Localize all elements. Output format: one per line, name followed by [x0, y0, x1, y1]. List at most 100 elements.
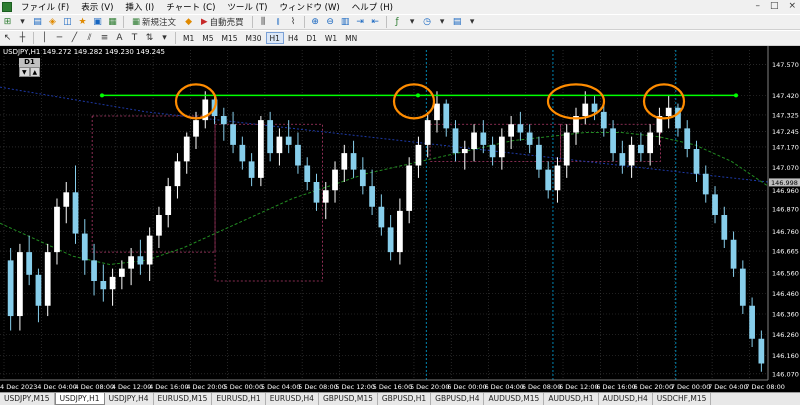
tab-usdjpy-h1[interactable]: USDJPY,H1 — [54, 393, 105, 405]
tab-audusd-m15[interactable]: AUDUSD,M15 — [484, 393, 545, 405]
chart-shift-icon[interactable]: ⇤ — [369, 16, 382, 29]
periods-icon[interactable]: ◷ — [421, 16, 434, 29]
autoscroll-icon[interactable]: ⇥ — [354, 16, 367, 29]
auto-trading-icon: ▶ — [201, 17, 208, 27]
candle-body — [638, 144, 644, 154]
candle-body — [434, 103, 440, 121]
timeframe-w1[interactable]: W1 — [321, 32, 341, 44]
time-tick-label: 5 Dec 08:00 — [298, 383, 338, 391]
terminal-icon[interactable]: ▣ — [91, 16, 104, 29]
menu-tools[interactable]: ツール (T) — [221, 1, 273, 13]
candle-body — [610, 128, 616, 154]
label-tool-icon[interactable]: T — [128, 32, 141, 45]
price-tick-label: 146.460 — [772, 290, 799, 298]
tile-windows-icon[interactable]: ▥ — [339, 16, 352, 29]
timeframe-m15[interactable]: M15 — [218, 32, 242, 44]
crosshair-icon[interactable]: ┼ — [16, 32, 29, 45]
dropdown-arrow-icon[interactable]: ▾ — [158, 32, 171, 45]
tab-usdchf-m15[interactable]: USDCHF,M15 — [653, 393, 712, 405]
channel-icon[interactable]: ⫽ — [83, 32, 96, 45]
new-order-button[interactable]: ▦ 新規注文 — [128, 16, 180, 29]
candle-body — [313, 182, 320, 203]
market-watch-icon[interactable]: ◈ — [46, 16, 59, 29]
tab-usdjpy-m15[interactable]: USDJPY,M15 — [0, 393, 55, 405]
minimize-button[interactable]: – — [755, 1, 760, 11]
chart-window[interactable]: USDJPY,H1 149.272 149.282 149.230 149.24… — [0, 46, 800, 392]
strategy-tester-icon[interactable]: ▦ — [106, 16, 119, 29]
candle-body — [628, 144, 635, 166]
bar-chart-icon[interactable]: ⫼ — [257, 16, 270, 29]
text-tool-icon[interactable]: A — [113, 32, 126, 45]
time-tick-label: 7 Dec 00:00 — [671, 383, 711, 391]
horizontal-line-icon[interactable]: ─ — [53, 32, 66, 45]
auto-trading-button[interactable]: ▶ 自動売買 — [197, 16, 248, 29]
zoom-out-icon[interactable]: ⊖ — [324, 16, 337, 29]
timeframe-down-arrow-icon[interactable]: ▼ — [19, 67, 30, 77]
candlestick-chart-icon[interactable]: ⫾ — [272, 16, 285, 29]
candle-body — [452, 128, 459, 154]
cursor-icon[interactable]: ↖ — [1, 32, 14, 45]
tab-gbpusd-m15[interactable]: GBPUSD,M15 — [319, 393, 378, 405]
maximize-button[interactable]: □ — [770, 1, 779, 11]
candle-body — [7, 260, 14, 317]
time-tick-label: 6 Dec 16:00 — [596, 383, 636, 391]
timeframe-up-arrow-icon[interactable]: ▲ — [29, 67, 40, 77]
tab-eurusd-h1[interactable]: EURUSD,H1 — [212, 393, 266, 405]
menu-window[interactable]: ウィンドウ (W) — [273, 1, 345, 13]
tab-audusd-h1[interactable]: AUDUSD,H1 — [544, 393, 599, 405]
toolbar-separator — [385, 16, 387, 28]
dropdown-arrow-icon[interactable]: ▾ — [406, 16, 419, 29]
time-tick-label: 6 Dec 12:00 — [559, 383, 599, 391]
indicators-icon[interactable]: ƒ — [391, 16, 404, 29]
candle-body — [582, 103, 589, 116]
close-button[interactable]: × — [788, 1, 796, 11]
timeframe-m1[interactable]: M1 — [179, 32, 198, 44]
trendline-icon[interactable]: ╱ — [68, 32, 81, 45]
tab-usdjpy-h4[interactable]: USDJPY,H4 — [105, 393, 154, 405]
templates-icon[interactable]: ▤ — [451, 16, 464, 29]
candle-body — [758, 338, 765, 364]
price-chart[interactable]: 147.570 147.420 147.325 147.245 147.170 147.0… — [0, 46, 800, 392]
timeframe-d1[interactable]: D1 — [302, 32, 321, 44]
tab-gbpusd-h1[interactable]: GBPUSD,H1 — [378, 393, 432, 405]
menu-help[interactable]: ヘルプ (H) — [346, 1, 399, 13]
timeframe-m30[interactable]: M30 — [242, 32, 266, 44]
timeframe-h1[interactable]: H1 — [265, 32, 284, 44]
tab-eurusd-h4[interactable]: EURUSD,H4 — [266, 393, 319, 405]
candle-body — [563, 132, 570, 166]
navigator-icon[interactable]: ★ — [76, 16, 89, 29]
candle-body — [739, 268, 746, 306]
line-chart-icon[interactable]: ⌇ — [287, 16, 300, 29]
time-tick-label: 6 Dec 04:00 — [484, 383, 524, 391]
time-tick-label: 5 Dec 04:00 — [261, 383, 301, 391]
metaeditor-icon[interactable]: ◆ — [182, 16, 195, 29]
data-window-icon[interactable]: ◫ — [61, 16, 74, 29]
dropdown-arrow-icon[interactable]: ▾ — [16, 16, 29, 29]
profiles-icon[interactable]: ▤ — [31, 16, 44, 29]
menu-file[interactable]: ファイル (F) — [15, 1, 75, 13]
menu-insert[interactable]: 挿入 (I) — [119, 1, 160, 13]
timeframe-switcher[interactable]: D1 ▼ ▲ — [19, 58, 40, 78]
candle-body — [721, 215, 728, 240]
vertical-line-icon[interactable]: │ — [38, 32, 51, 45]
zoom-in-icon[interactable]: ⊕ — [309, 16, 322, 29]
tab-gbpusd-h4[interactable]: GBPUSD,H4 — [431, 393, 485, 405]
candle-body — [183, 136, 190, 162]
new-chart-icon[interactable]: ⊞ — [1, 16, 14, 29]
candle-body — [350, 153, 357, 170]
arrows-icon[interactable]: ⇅ — [143, 32, 156, 45]
timeframe-mn[interactable]: MN — [341, 32, 361, 44]
menu-view[interactable]: 表示 (V) — [75, 1, 119, 13]
dropdown-arrow-icon[interactable]: ▾ — [466, 16, 479, 29]
dropdown-arrow-icon[interactable]: ▾ — [436, 16, 449, 29]
menu-chart[interactable]: チャート (C) — [160, 1, 221, 13]
tab-eurusd-m15[interactable]: EURUSD,M15 — [154, 393, 213, 405]
timeframe-h4[interactable]: H4 — [284, 32, 302, 44]
fibonacci-icon[interactable]: ≡ — [98, 32, 111, 45]
price-tick-label: 146.870 — [772, 205, 799, 213]
timeframe-m5[interactable]: M5 — [198, 32, 217, 44]
candle-body — [424, 120, 431, 145]
app-logo-icon — [2, 2, 12, 12]
candle-body — [128, 256, 134, 269]
tab-audusd-h4[interactable]: AUDUSD,H4 — [599, 393, 653, 405]
